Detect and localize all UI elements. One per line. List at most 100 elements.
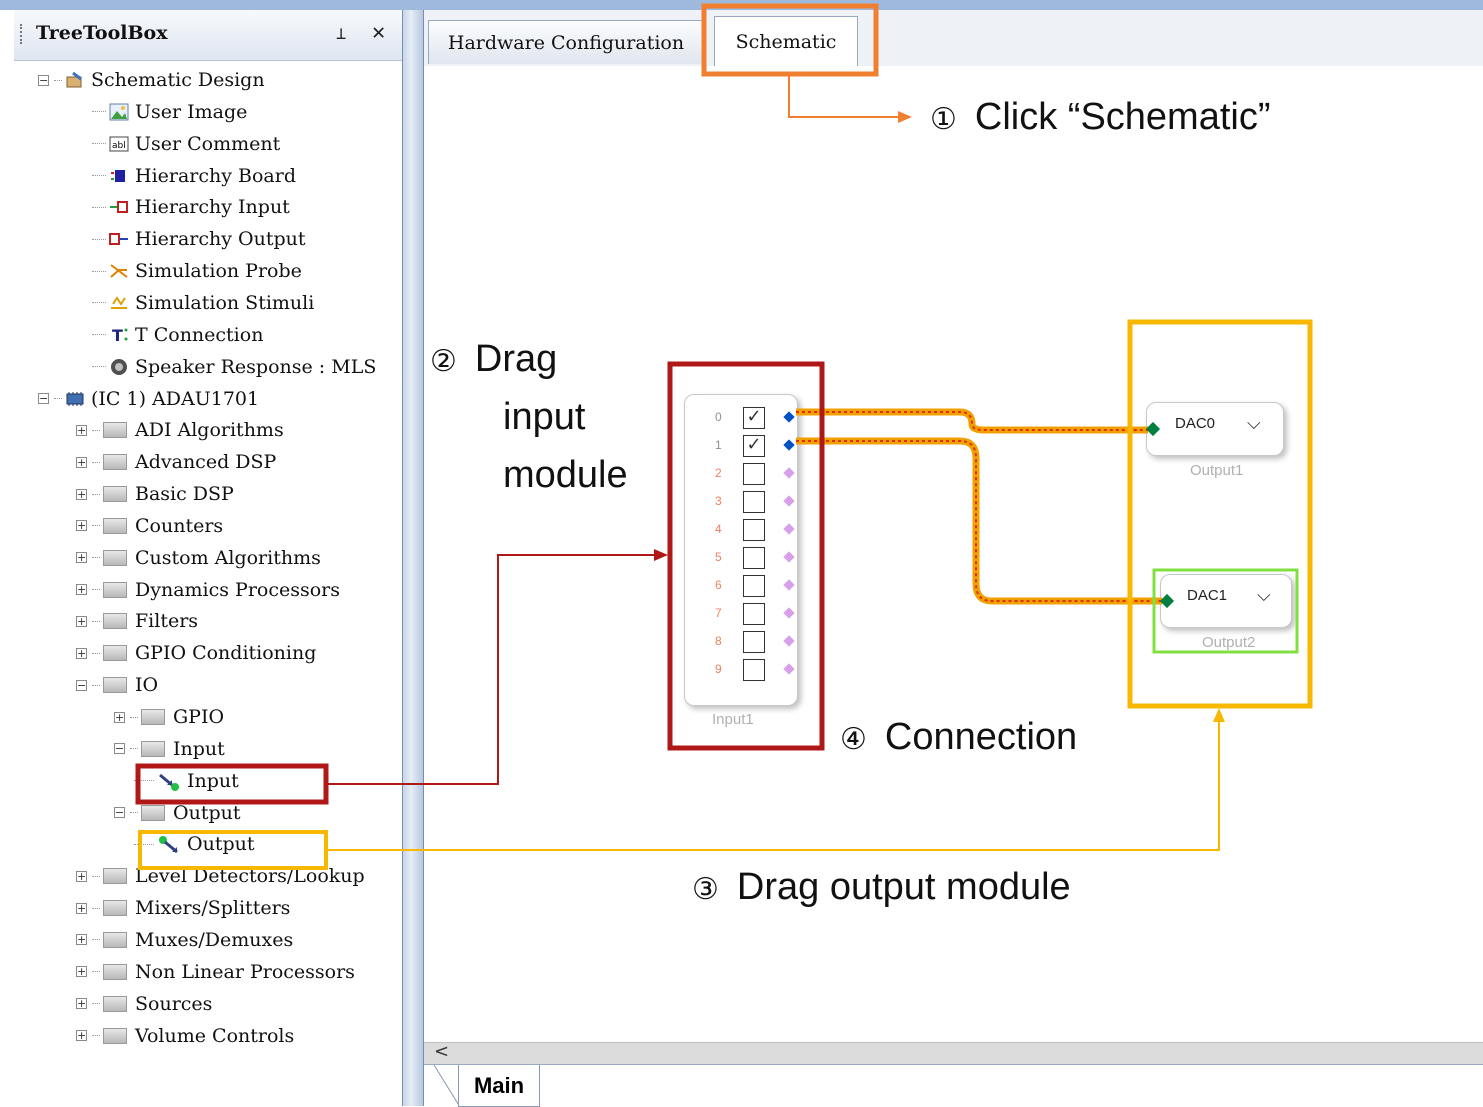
- tree-item[interactable]: Simulation Probe: [92, 256, 302, 286]
- input-module[interactable]: 0 ✓ 1 ✓ 2 3 4 5 6 7 8 9: [684, 394, 798, 706]
- output2-dac-select[interactable]: DAC1: [1187, 587, 1227, 604]
- tree-item[interactable]: + Muxes/Demuxes: [76, 925, 293, 955]
- channel-output-pin[interactable]: [783, 635, 795, 647]
- tree-item[interactable]: Simulation Stimuli: [92, 288, 314, 318]
- tab-hardware-configuration[interactable]: Hardware Configuration: [428, 20, 704, 64]
- channel-checkbox[interactable]: [743, 519, 765, 541]
- tree-item-label: ADI Algorithms: [135, 419, 284, 442]
- channel-output-pin[interactable]: [783, 579, 795, 591]
- tree-item-label: GPIO: [173, 706, 225, 728]
- expand-icon[interactable]: +: [76, 424, 87, 436]
- tree-item[interactable]: Hierarchy Input: [92, 192, 290, 222]
- tree-item[interactable]: + ADI Algorithms: [76, 415, 284, 445]
- tree-item[interactable]: abl User Comment: [92, 129, 280, 159]
- expand-icon[interactable]: +: [114, 711, 125, 723]
- tree-item[interactable]: − Schematic Design: [38, 65, 265, 95]
- tree-item[interactable]: + Dynamics Processors: [76, 575, 340, 605]
- tree-item[interactable]: + Level Detectors/Lookup: [76, 861, 365, 891]
- output2-module[interactable]: DAC1 ⌵: [1160, 574, 1292, 628]
- tree-connector: [92, 493, 100, 495]
- tab-schematic[interactable]: Schematic: [714, 16, 858, 66]
- collapse-icon[interactable]: −: [38, 393, 49, 404]
- chevron-down-icon[interactable]: ⌵: [1247, 413, 1261, 434]
- tree-item[interactable]: − Output: [114, 798, 240, 828]
- channel-checkbox[interactable]: [743, 575, 765, 597]
- expand-icon[interactable]: +: [76, 615, 87, 627]
- channel-checkbox[interactable]: [743, 463, 765, 485]
- expand-icon[interactable]: +: [76, 1030, 87, 1041]
- channel-output-pin[interactable]: [783, 495, 795, 507]
- channel-checkbox[interactable]: ✓: [743, 407, 765, 429]
- tree-item[interactable]: − (IC 1) ADAU1701: [38, 384, 259, 414]
- tree-item[interactable]: T T Connection: [92, 320, 263, 350]
- tree-item[interactable]: Output: [134, 829, 254, 859]
- tree-connector: [92, 525, 100, 527]
- expand-icon[interactable]: +: [76, 520, 87, 532]
- tree-item[interactable]: Input: [134, 766, 239, 796]
- expand-icon[interactable]: +: [76, 488, 87, 500]
- collapse-icon[interactable]: −: [114, 743, 125, 755]
- tree-connector: [92, 366, 106, 368]
- expand-icon[interactable]: +: [76, 584, 87, 596]
- channel-checkbox[interactable]: ✓: [743, 435, 765, 457]
- tree-item[interactable]: + Counters: [76, 511, 223, 541]
- tree-item[interactable]: + Advanced DSP: [76, 447, 276, 477]
- tree-item-label: Simulation Stimuli: [135, 291, 315, 314]
- collapse-icon[interactable]: −: [76, 679, 87, 691]
- tree-item[interactable]: Speaker Response : MLS: [92, 352, 376, 382]
- expand-icon[interactable]: +: [76, 966, 87, 978]
- channel-checkbox[interactable]: [743, 659, 765, 681]
- output1-module[interactable]: DAC0 ⌵: [1146, 402, 1284, 456]
- tree-item[interactable]: + Volume Controls: [76, 1021, 294, 1051]
- tree-connector: [54, 398, 62, 399]
- horizontal-scrollbar[interactable]: <: [424, 1041, 1483, 1065]
- tree-item-label: Counters: [135, 514, 224, 537]
- channel-checkbox[interactable]: [743, 603, 765, 625]
- chevron-down-icon[interactable]: ⌵: [1257, 585, 1271, 606]
- tree-item[interactable]: + Basic DSP: [76, 479, 234, 509]
- folder-icon: [103, 581, 127, 598]
- channel-output-pin[interactable]: [783, 663, 795, 675]
- tab-main[interactable]: Main: [458, 1065, 540, 1107]
- expand-icon[interactable]: +: [76, 998, 87, 1010]
- expand-icon[interactable]: +: [76, 647, 87, 659]
- expand-icon[interactable]: +: [76, 934, 87, 946]
- collapse-icon[interactable]: −: [38, 74, 49, 86]
- panel-splitter[interactable]: [402, 10, 424, 1106]
- tree-item[interactable]: − Input: [114, 734, 225, 764]
- tree-item[interactable]: + Sources: [76, 989, 212, 1019]
- channel-output-pin[interactable]: [783, 411, 795, 423]
- close-icon[interactable]: ✕: [372, 20, 385, 45]
- tree-item[interactable]: + Custom Algorithms: [76, 543, 321, 573]
- channel-output-pin[interactable]: [783, 551, 795, 563]
- expand-icon[interactable]: +: [76, 456, 87, 468]
- output1-dac-select[interactable]: DAC0: [1175, 415, 1215, 432]
- collapse-icon[interactable]: −: [114, 807, 125, 819]
- channel-output-pin[interactable]: [783, 607, 795, 619]
- tree-item[interactable]: + GPIO: [114, 702, 224, 732]
- channel-output-pin[interactable]: [783, 523, 795, 535]
- output-module-icon: [157, 835, 181, 854]
- scroll-left-icon[interactable]: <: [434, 1041, 449, 1062]
- channel-checkbox[interactable]: [743, 547, 765, 569]
- expand-icon[interactable]: +: [76, 552, 87, 564]
- tree-item[interactable]: − IO: [76, 670, 158, 700]
- tree-item[interactable]: + Mixers/Splitters: [76, 893, 290, 923]
- tree-item[interactable]: Hierarchy Board: [92, 161, 296, 191]
- channel-checkbox[interactable]: [743, 491, 765, 513]
- top-strip: [0, 0, 1483, 10]
- expand-icon[interactable]: +: [76, 870, 87, 882]
- folder-icon: [103, 613, 127, 630]
- channel-checkbox[interactable]: [743, 631, 765, 653]
- pin-icon[interactable]: ⊥: [336, 24, 346, 44]
- expand-icon[interactable]: +: [76, 902, 87, 914]
- channel-output-pin[interactable]: [783, 439, 795, 451]
- tree-item[interactable]: User Image: [92, 97, 247, 127]
- tree-item[interactable]: Hierarchy Output: [92, 224, 306, 254]
- drag-grip-icon[interactable]: [20, 24, 25, 44]
- channel-output-pin[interactable]: [783, 467, 795, 479]
- tree-item[interactable]: + Filters: [76, 606, 198, 636]
- tree-item[interactable]: + GPIO Conditioning: [76, 638, 316, 668]
- tree-item-label: Hierarchy Output: [135, 228, 306, 251]
- tree-item[interactable]: + Non Linear Processors: [76, 957, 355, 987]
